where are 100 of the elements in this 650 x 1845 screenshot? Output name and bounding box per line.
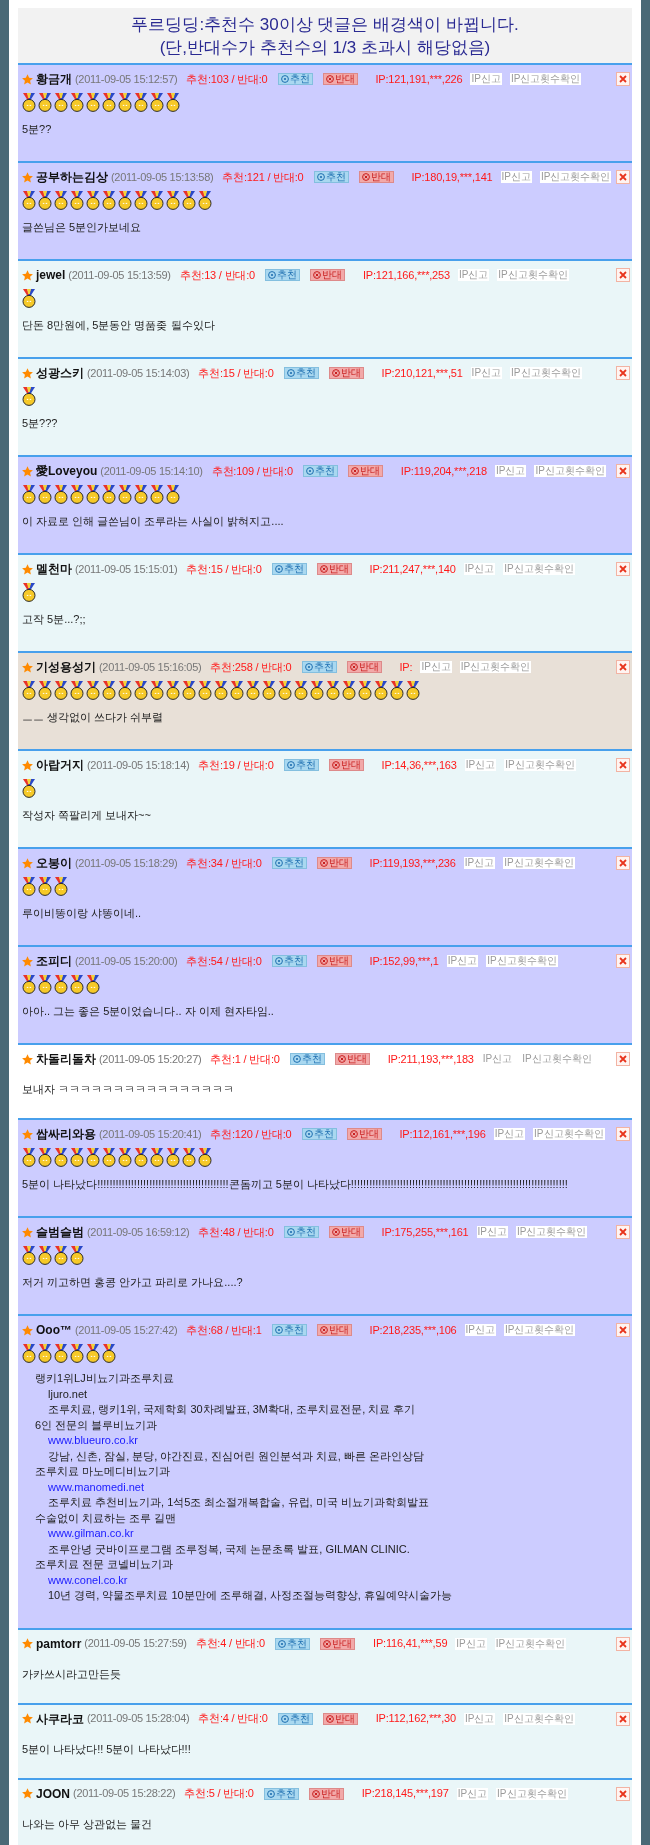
upvote-button[interactable]: 추천 bbox=[302, 465, 338, 477]
upvote-button[interactable]: 추천 bbox=[271, 1324, 307, 1336]
downvote-button[interactable]: 반대 bbox=[328, 367, 364, 379]
ip-report-link[interactable]: IP신고 bbox=[464, 759, 497, 771]
medal-icon bbox=[22, 681, 36, 700]
ip-report-count-link[interactable]: IP신고횟수확인 bbox=[510, 367, 582, 379]
website-link[interactable]: www.gilman.co.kr bbox=[48, 1527, 134, 1539]
delete-button[interactable] bbox=[616, 170, 630, 184]
upvote-button[interactable]: 추천 bbox=[271, 955, 307, 967]
ip-report-link[interactable]: IP신고 bbox=[470, 367, 503, 379]
website-link[interactable]: www.manomedi.net bbox=[48, 1480, 144, 1493]
delete-button[interactable] bbox=[616, 1786, 630, 1801]
ip-report-link[interactable]: IP신고 bbox=[446, 955, 479, 967]
ip-report-count-link[interactable]: IP신고횟수확인 bbox=[459, 661, 532, 673]
ip-report-count-link[interactable]: IP신고횟수확인 bbox=[515, 1226, 588, 1238]
medal-icon bbox=[134, 191, 148, 210]
downvote-button[interactable]: 반대 bbox=[320, 1637, 356, 1650]
ip-report-count-link[interactable]: IP신고횟수확인 bbox=[503, 1712, 575, 1725]
ip-report-link[interactable]: IP신고 bbox=[493, 1128, 526, 1140]
ip-report-link[interactable]: IP신고 bbox=[455, 1637, 487, 1650]
ip-report-link[interactable]: IP신고 bbox=[481, 1053, 514, 1065]
downvote-button[interactable]: 반대 bbox=[328, 1226, 364, 1238]
website-link[interactable]: www.conel.co.kr bbox=[48, 1573, 128, 1586]
ip-report-link[interactable]: IP신고 bbox=[457, 269, 490, 281]
downvote-button[interactable]: 반대 bbox=[346, 1128, 382, 1140]
downvote-button[interactable]: 반대 bbox=[358, 171, 394, 183]
ip-report-count-link[interactable]: IP신고횟수확인 bbox=[497, 269, 569, 281]
ip-report-count-link[interactable]: IP신고횟수확인 bbox=[509, 73, 582, 85]
close-icon bbox=[619, 75, 627, 83]
delete-button[interactable] bbox=[616, 1636, 630, 1651]
ip-report-link[interactable]: IP신고 bbox=[470, 73, 502, 85]
delete-button[interactable] bbox=[616, 954, 630, 968]
website-link[interactable]: www.blueuro.co.kr bbox=[48, 1434, 138, 1446]
downvote-button[interactable]: 반대 bbox=[308, 1787, 344, 1800]
upvote-button[interactable]: 추천 bbox=[283, 1226, 319, 1238]
delete-button[interactable] bbox=[616, 268, 630, 282]
circle-dot-icon bbox=[280, 1714, 289, 1723]
medal-icon bbox=[22, 975, 36, 994]
upvote-button[interactable]: 추천 bbox=[263, 1787, 299, 1800]
upvote-button[interactable]: 추천 bbox=[271, 563, 307, 575]
downvote-button[interactable]: 반대 bbox=[309, 269, 345, 281]
ip-report-link[interactable]: IP신고 bbox=[500, 171, 532, 183]
delete-button[interactable] bbox=[616, 366, 630, 380]
upvote-button[interactable]: 추천 bbox=[283, 759, 319, 771]
downvote-button[interactable]: 반대 bbox=[316, 857, 352, 869]
ip-report-link[interactable]: IP신고 bbox=[476, 1226, 508, 1238]
downvote-button[interactable]: 반대 bbox=[322, 1712, 358, 1725]
ip-report-link[interactable]: IP신고 bbox=[494, 465, 527, 477]
delete-button[interactable] bbox=[616, 1711, 630, 1726]
delete-button[interactable] bbox=[616, 562, 630, 576]
delete-button[interactable] bbox=[616, 660, 630, 674]
upvote-button[interactable]: 추천 bbox=[264, 269, 300, 281]
downvote-button[interactable]: 반대 bbox=[346, 661, 382, 673]
upvote-button[interactable]: 추천 bbox=[301, 1128, 337, 1140]
ip-report-count-link[interactable]: IP신고횟수확인 bbox=[503, 857, 575, 869]
ip-report-count-link[interactable]: IP신고횟수확인 bbox=[540, 171, 612, 183]
delete-button[interactable] bbox=[616, 1052, 630, 1066]
ip-report-count-link[interactable]: IP신고횟수확인 bbox=[503, 1324, 576, 1336]
ip-report-count-link[interactable]: IP신고횟수확인 bbox=[521, 1053, 593, 1065]
ip-report-count-link[interactable]: IP신고횟수확인 bbox=[533, 1128, 605, 1140]
vote-count: 추천:103 / 반대:0 bbox=[186, 71, 268, 87]
ip-report-count-link[interactable]: IP신고횟수확인 bbox=[486, 955, 558, 967]
downvote-button[interactable]: 반대 bbox=[316, 955, 352, 967]
downvote-button[interactable]: 반대 bbox=[316, 563, 352, 575]
delete-button[interactable] bbox=[616, 72, 630, 86]
upvote-button[interactable]: 추천 bbox=[301, 661, 337, 673]
ip-report-link[interactable]: IP신고 bbox=[463, 563, 496, 575]
ip-address: IP:116,41,***,59 bbox=[373, 1636, 448, 1652]
close-icon bbox=[619, 663, 627, 671]
downvote-button[interactable]: 반대 bbox=[328, 759, 364, 771]
delete-button[interactable] bbox=[616, 856, 630, 870]
upvote-button[interactable]: 추천 bbox=[283, 367, 319, 379]
ip-report-count-link[interactable]: IP신고횟수확인 bbox=[494, 1637, 567, 1650]
ip-report-link[interactable]: IP신고 bbox=[463, 857, 496, 869]
comment-text: 글쓴님은 5분인가보네요 bbox=[22, 220, 143, 235]
upvote-button[interactable]: 추천 bbox=[275, 1637, 311, 1650]
downvote-button[interactable]: 반대 bbox=[322, 73, 358, 85]
ip-report-count-link[interactable]: IP신고횟수확인 bbox=[496, 1787, 568, 1800]
ip-report-link[interactable]: IP신고 bbox=[464, 1324, 496, 1336]
downvote-button[interactable]: 반대 bbox=[347, 465, 383, 477]
delete-button[interactable] bbox=[616, 758, 630, 772]
upvote-button[interactable]: 추천 bbox=[313, 171, 349, 183]
ip-report-count-link[interactable]: IP신고횟수확인 bbox=[534, 465, 606, 477]
delete-button[interactable] bbox=[616, 1225, 630, 1239]
ip-report-link[interactable]: IP신고 bbox=[463, 1712, 496, 1725]
upvote-button[interactable]: 추천 bbox=[277, 73, 313, 85]
upvote-button[interactable]: 추천 bbox=[289, 1053, 325, 1065]
medal-icon bbox=[374, 681, 388, 700]
delete-button[interactable] bbox=[616, 464, 630, 478]
ip-report-count-link[interactable]: IP신고횟수확인 bbox=[504, 759, 576, 771]
ip-report-link[interactable]: IP신고 bbox=[420, 661, 452, 673]
upvote-button[interactable]: 추천 bbox=[271, 857, 307, 869]
delete-button[interactable] bbox=[616, 1127, 630, 1141]
ip-report-link[interactable]: IP신고 bbox=[456, 1787, 489, 1800]
upvote-button[interactable]: 추천 bbox=[277, 1712, 313, 1725]
vote-count: 추천:48 / 반대:0 bbox=[198, 1224, 274, 1240]
delete-button[interactable] bbox=[616, 1323, 630, 1337]
ip-report-count-link[interactable]: IP신고횟수확인 bbox=[503, 563, 575, 575]
downvote-button[interactable]: 반대 bbox=[334, 1053, 370, 1065]
downvote-button[interactable]: 반대 bbox=[316, 1324, 352, 1336]
